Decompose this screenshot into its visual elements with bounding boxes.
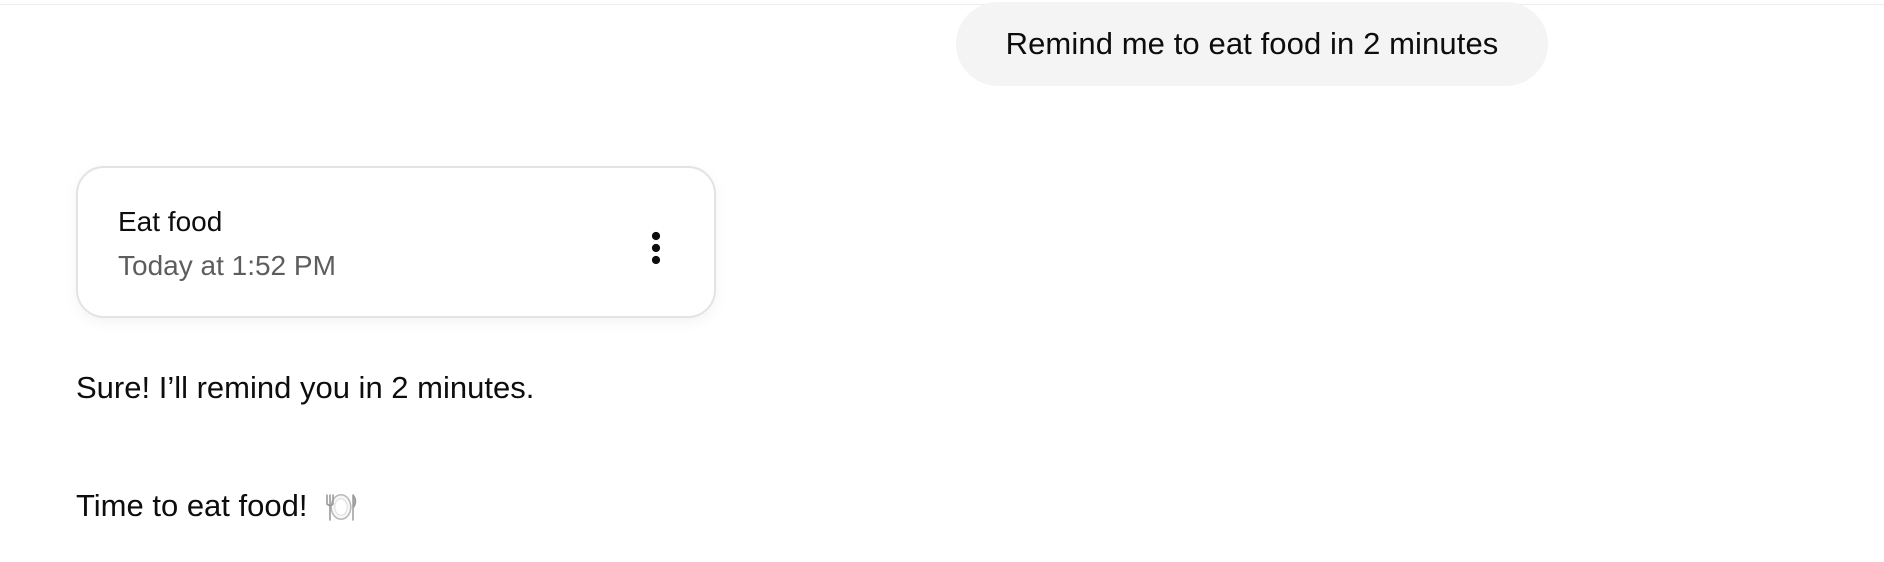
assistant-confirmation-text: Sure! I’ll remind you in 2 minutes. bbox=[76, 370, 535, 405]
assistant-reminder-message: Time to eat food! bbox=[76, 488, 358, 530]
assistant-reminder-text: Time to eat food! bbox=[76, 488, 308, 523]
assistant-confirmation-message: Sure! I’ll remind you in 2 minutes. bbox=[76, 370, 534, 406]
reminder-card[interactable]: Eat food Today at 1:52 PM bbox=[76, 166, 716, 318]
vertical-ellipsis-icon bbox=[651, 231, 661, 265]
plate-with-cutlery-icon bbox=[324, 492, 358, 530]
user-message-bubble: Remind me to eat food in 2 minutes bbox=[956, 2, 1548, 86]
reminder-title: Eat food bbox=[118, 206, 223, 237]
reminder-more-options-button[interactable] bbox=[628, 220, 684, 276]
user-message-text: Remind me to eat food in 2 minutes bbox=[1005, 26, 1499, 61]
top-divider bbox=[0, 4, 1884, 5]
reminder-time: Today at 1:52 PM bbox=[118, 250, 336, 281]
